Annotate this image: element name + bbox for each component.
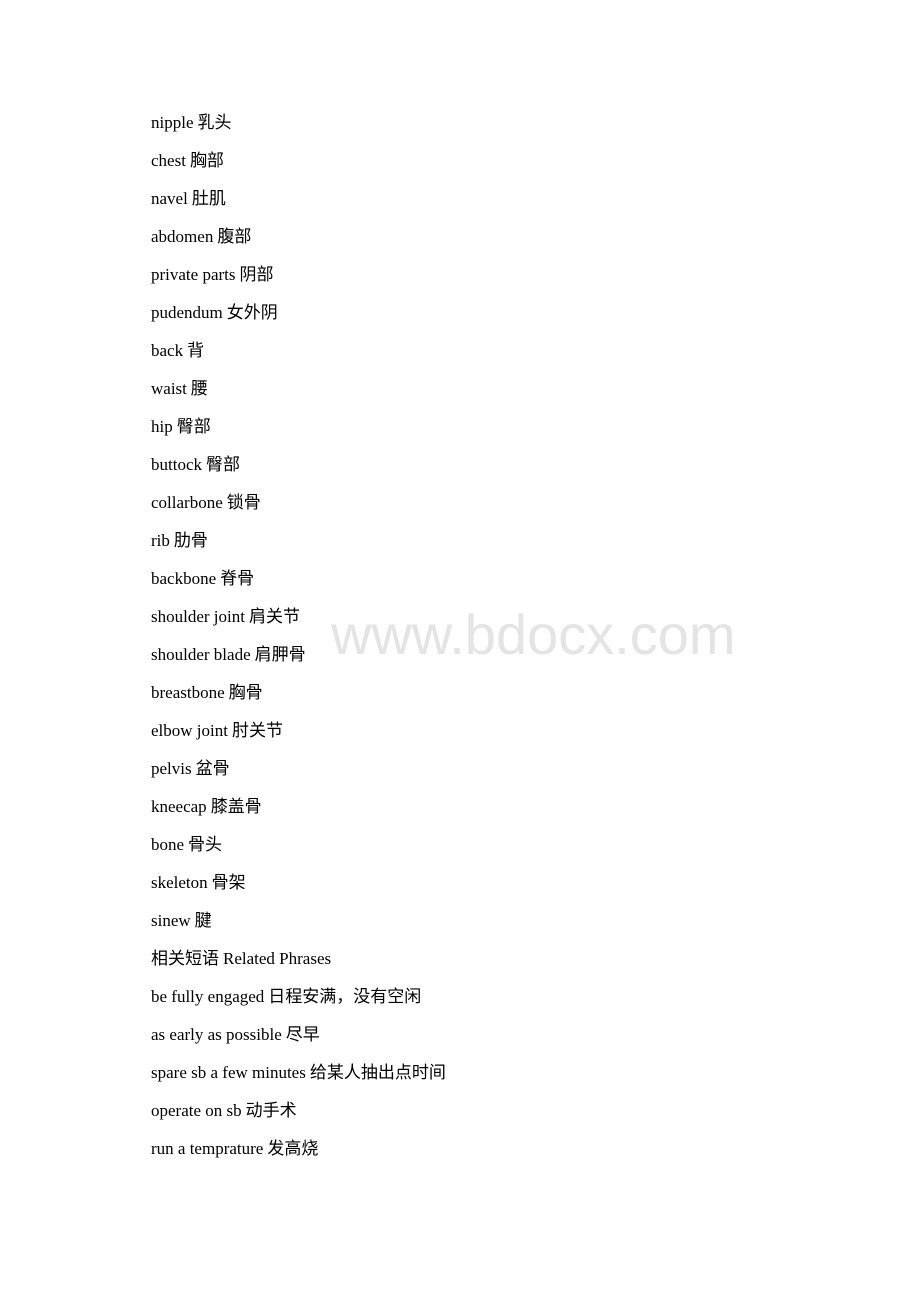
phrase-chinese: 给某人抽出点时间 xyxy=(309,1063,446,1082)
vocab-entry: kneecap 膝盖骨 xyxy=(151,793,446,831)
entry-chinese: 腹部 xyxy=(217,227,252,246)
vocab-entry: hip 臀部 xyxy=(151,413,446,451)
vocab-entry: pelvis 盆骨 xyxy=(151,755,446,793)
entry-chinese: 肘关节 xyxy=(231,721,283,740)
phrase-english: as early as possible xyxy=(151,1025,282,1044)
entry-english: breastbone xyxy=(151,683,225,702)
vocab-entry: pudendum 女外阴 xyxy=(151,299,446,337)
vocab-entry: waist 腰 xyxy=(151,375,446,413)
vocab-entry: private parts 阴部 xyxy=(151,261,446,299)
entry-chinese: 胸部 xyxy=(189,151,224,170)
entry-chinese: 胸骨 xyxy=(228,683,263,702)
entry-chinese: 女外阴 xyxy=(226,303,278,322)
entry-chinese: 盆骨 xyxy=(195,759,230,778)
vocab-entry: shoulder joint 肩关节 xyxy=(151,603,446,641)
vocabulary-list: nipple 乳头 chest 胸部 navel 肚肌 abdomen 腹部 priva… xyxy=(151,109,446,1173)
vocab-entry: chest 胸部 xyxy=(151,147,446,185)
phrase-chinese: 日程安满，没有空闲 xyxy=(268,987,422,1006)
entry-chinese: 肚肌 xyxy=(191,189,226,208)
entry-english: backbone xyxy=(151,569,217,588)
vocab-entry: elbow joint 肘关节 xyxy=(151,717,446,755)
vocab-entry: collarbone 锁骨 xyxy=(151,489,446,527)
entry-chinese: 臀部 xyxy=(206,455,240,474)
phrase-chinese: 动手术 xyxy=(245,1101,297,1120)
entry-chinese: 肩关节 xyxy=(248,607,300,626)
entry-english: skeleton xyxy=(151,873,208,892)
phrase-entry: operate on sb 动手术 xyxy=(151,1097,446,1135)
entry-chinese: 膝盖骨 xyxy=(210,797,262,816)
entry-english: private parts xyxy=(151,265,236,284)
phrase-english: spare sb a few minutes xyxy=(151,1063,306,1082)
entry-chinese: 臀部 xyxy=(176,417,211,436)
entry-english: bone xyxy=(151,835,185,854)
vocab-entry: backbone 脊骨 xyxy=(151,565,446,603)
vocab-entry: abdomen 腹部 xyxy=(151,223,446,261)
entry-english: hip xyxy=(151,417,173,436)
phrase-english: run a temprature xyxy=(151,1139,264,1158)
entry-chinese: 骨头 xyxy=(188,835,223,854)
entry-english: pudendum xyxy=(151,303,223,322)
document-page: nipple 乳头 chest 胸部 navel 肚肌 abdomen 腹部 priva… xyxy=(0,0,920,1302)
entry-english: buttock xyxy=(151,455,202,474)
phrase-entry: run a temprature 发高烧 xyxy=(151,1135,446,1173)
vocab-entry: breastbone 胸骨 xyxy=(151,679,446,717)
vocab-entry: rib 肋骨 xyxy=(151,527,446,565)
phrase-entry: spare sb a few minutes 给某人抽出点时间 xyxy=(151,1059,446,1097)
vocab-entry: buttock 臀部 xyxy=(151,451,446,489)
entry-chinese: 乳头 xyxy=(197,113,232,132)
entry-english: navel xyxy=(151,189,188,208)
entry-chinese: 腱 xyxy=(194,911,212,930)
entry-chinese: 肋骨 xyxy=(173,531,208,550)
entry-english: rib xyxy=(151,531,170,550)
entry-english: abdomen xyxy=(151,227,214,246)
vocab-entry: shoulder blade 肩胛骨 xyxy=(151,641,446,679)
vocab-entry: navel 肚肌 xyxy=(151,185,446,223)
entry-english: back xyxy=(151,341,184,360)
entry-english: collarbone xyxy=(151,493,223,512)
entry-chinese: 锁骨 xyxy=(226,493,261,512)
entry-chinese: 阴部 xyxy=(239,265,274,284)
vocab-entry: nipple 乳头 xyxy=(151,109,446,147)
phrase-english: operate on sb xyxy=(151,1101,242,1120)
section-heading-related-phrases: 相关短语 Related Phrases xyxy=(151,945,446,983)
vocab-entry: back 背 xyxy=(151,337,446,375)
phrase-entry: as early as possible 尽早 xyxy=(151,1021,446,1059)
heading-chinese: 相关短语 xyxy=(151,949,219,968)
vocab-entry: bone 骨头 xyxy=(151,831,446,869)
vocab-entry: skeleton 骨架 xyxy=(151,869,446,907)
phrase-english: be fully engaged xyxy=(151,987,265,1006)
entry-english: chest xyxy=(151,151,186,170)
entry-chinese: 腰 xyxy=(190,379,208,398)
heading-english: Related Phrases xyxy=(223,949,332,968)
entry-english: kneecap xyxy=(151,797,207,816)
entry-chinese: 脊骨 xyxy=(220,569,255,588)
phrase-entry: be fully engaged 日程安满，没有空闲 xyxy=(151,983,446,1021)
entry-english: nipple xyxy=(151,113,194,132)
entry-english: shoulder blade xyxy=(151,645,251,664)
entry-english: sinew xyxy=(151,911,191,930)
entry-chinese: 背 xyxy=(187,341,205,360)
entry-english: elbow joint xyxy=(151,721,228,740)
vocab-entry: sinew 腱 xyxy=(151,907,446,945)
entry-chinese: 骨架 xyxy=(211,873,246,892)
entry-english: waist xyxy=(151,379,187,398)
entry-english: pelvis xyxy=(151,759,192,778)
phrase-chinese: 尽早 xyxy=(285,1025,320,1044)
entry-chinese: 肩胛骨 xyxy=(254,645,306,664)
phrase-chinese: 发高烧 xyxy=(267,1139,319,1158)
entry-english: shoulder joint xyxy=(151,607,245,626)
